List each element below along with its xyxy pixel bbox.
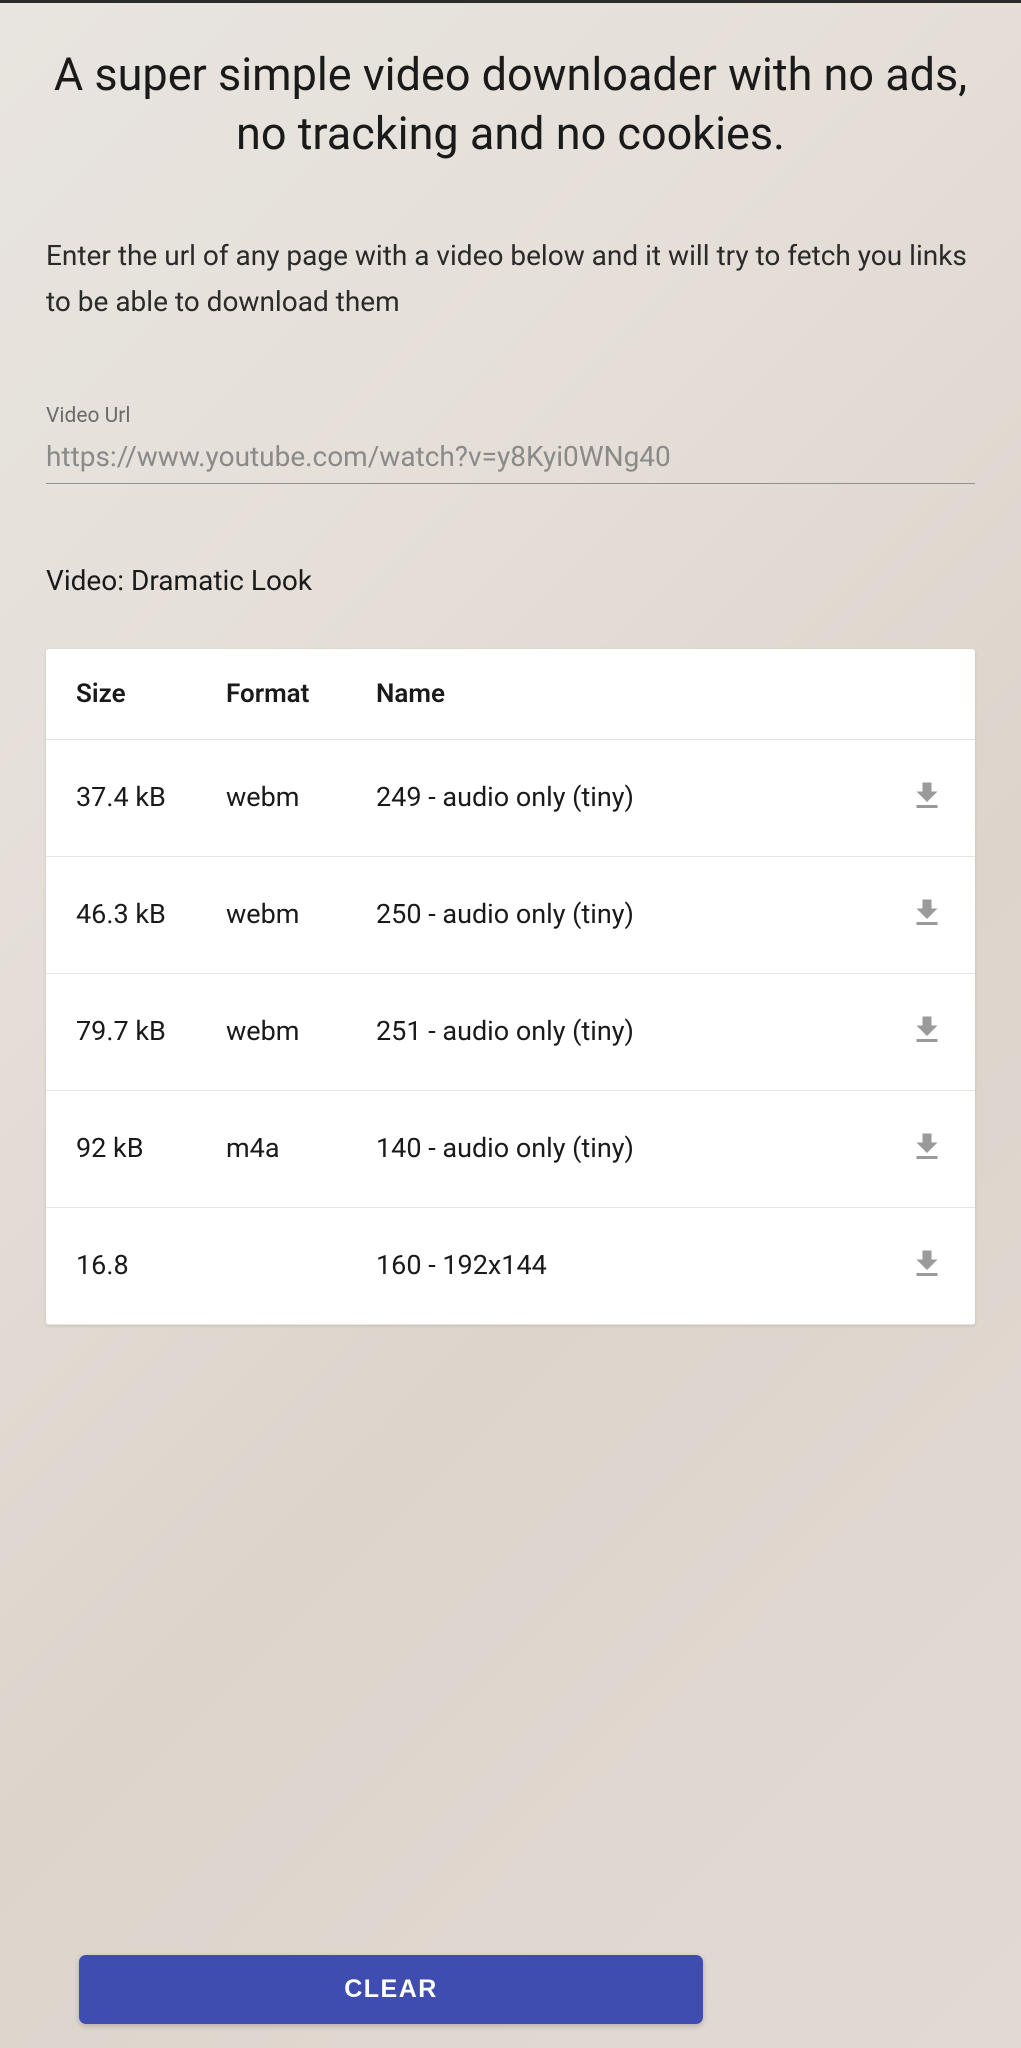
cell-name: 250 - audio only (tiny) (376, 895, 895, 934)
formats-table: Size Format Name 37.4 kBwebm249 - audio … (46, 649, 975, 1325)
page-title: A super simple video downloader with no … (46, 46, 975, 163)
download-icon[interactable] (909, 778, 945, 814)
table-row: 16.8 160 - 192x144 (46, 1208, 975, 1325)
cell-name: 160 - 192x144 (376, 1246, 895, 1285)
table-row: 79.7 kBwebm251 - audio only (tiny) (46, 974, 975, 1091)
header-format: Format (226, 679, 376, 709)
page-description: Enter the url of any page with a video b… (46, 233, 975, 326)
cell-size: 16.8 (76, 1246, 226, 1285)
clear-button[interactable]: CLEAR (79, 1955, 703, 2024)
cell-format: webm (226, 778, 376, 817)
cell-format: m4a (226, 1129, 376, 1168)
cell-format: webm (226, 895, 376, 934)
url-input[interactable] (46, 434, 975, 484)
video-title-prefix: Video: (46, 564, 131, 597)
header-size: Size (76, 679, 226, 709)
cell-name: 251 - audio only (tiny) (376, 1012, 895, 1051)
table-row: 46.3 kBwebm250 - audio only (tiny) (46, 857, 975, 974)
cell-size: 37.4 kB (76, 778, 226, 817)
video-title: Video: Dramatic Look (46, 564, 975, 597)
cell-size: 79.7 kB (76, 1012, 226, 1051)
table-row: 37.4 kBwebm249 - audio only (tiny) (46, 740, 975, 857)
header-name: Name (376, 679, 895, 709)
url-input-group: Video Url (46, 404, 975, 484)
cell-size: 92 kB (76, 1129, 226, 1168)
table-header: Size Format Name (46, 649, 975, 740)
cell-format: webm (226, 1012, 376, 1051)
table-row: 92 kBm4a140 - audio only (tiny) (46, 1091, 975, 1208)
cell-name: 249 - audio only (tiny) (376, 778, 895, 817)
cell-size: 46.3 kB (76, 895, 226, 934)
url-input-label: Video Url (46, 404, 975, 428)
download-icon[interactable] (909, 895, 945, 931)
video-title-text: Dramatic Look (131, 564, 312, 597)
download-icon[interactable] (909, 1129, 945, 1165)
download-icon[interactable] (909, 1246, 945, 1282)
cell-name: 140 - audio only (tiny) (376, 1129, 895, 1168)
download-icon[interactable] (909, 1012, 945, 1048)
